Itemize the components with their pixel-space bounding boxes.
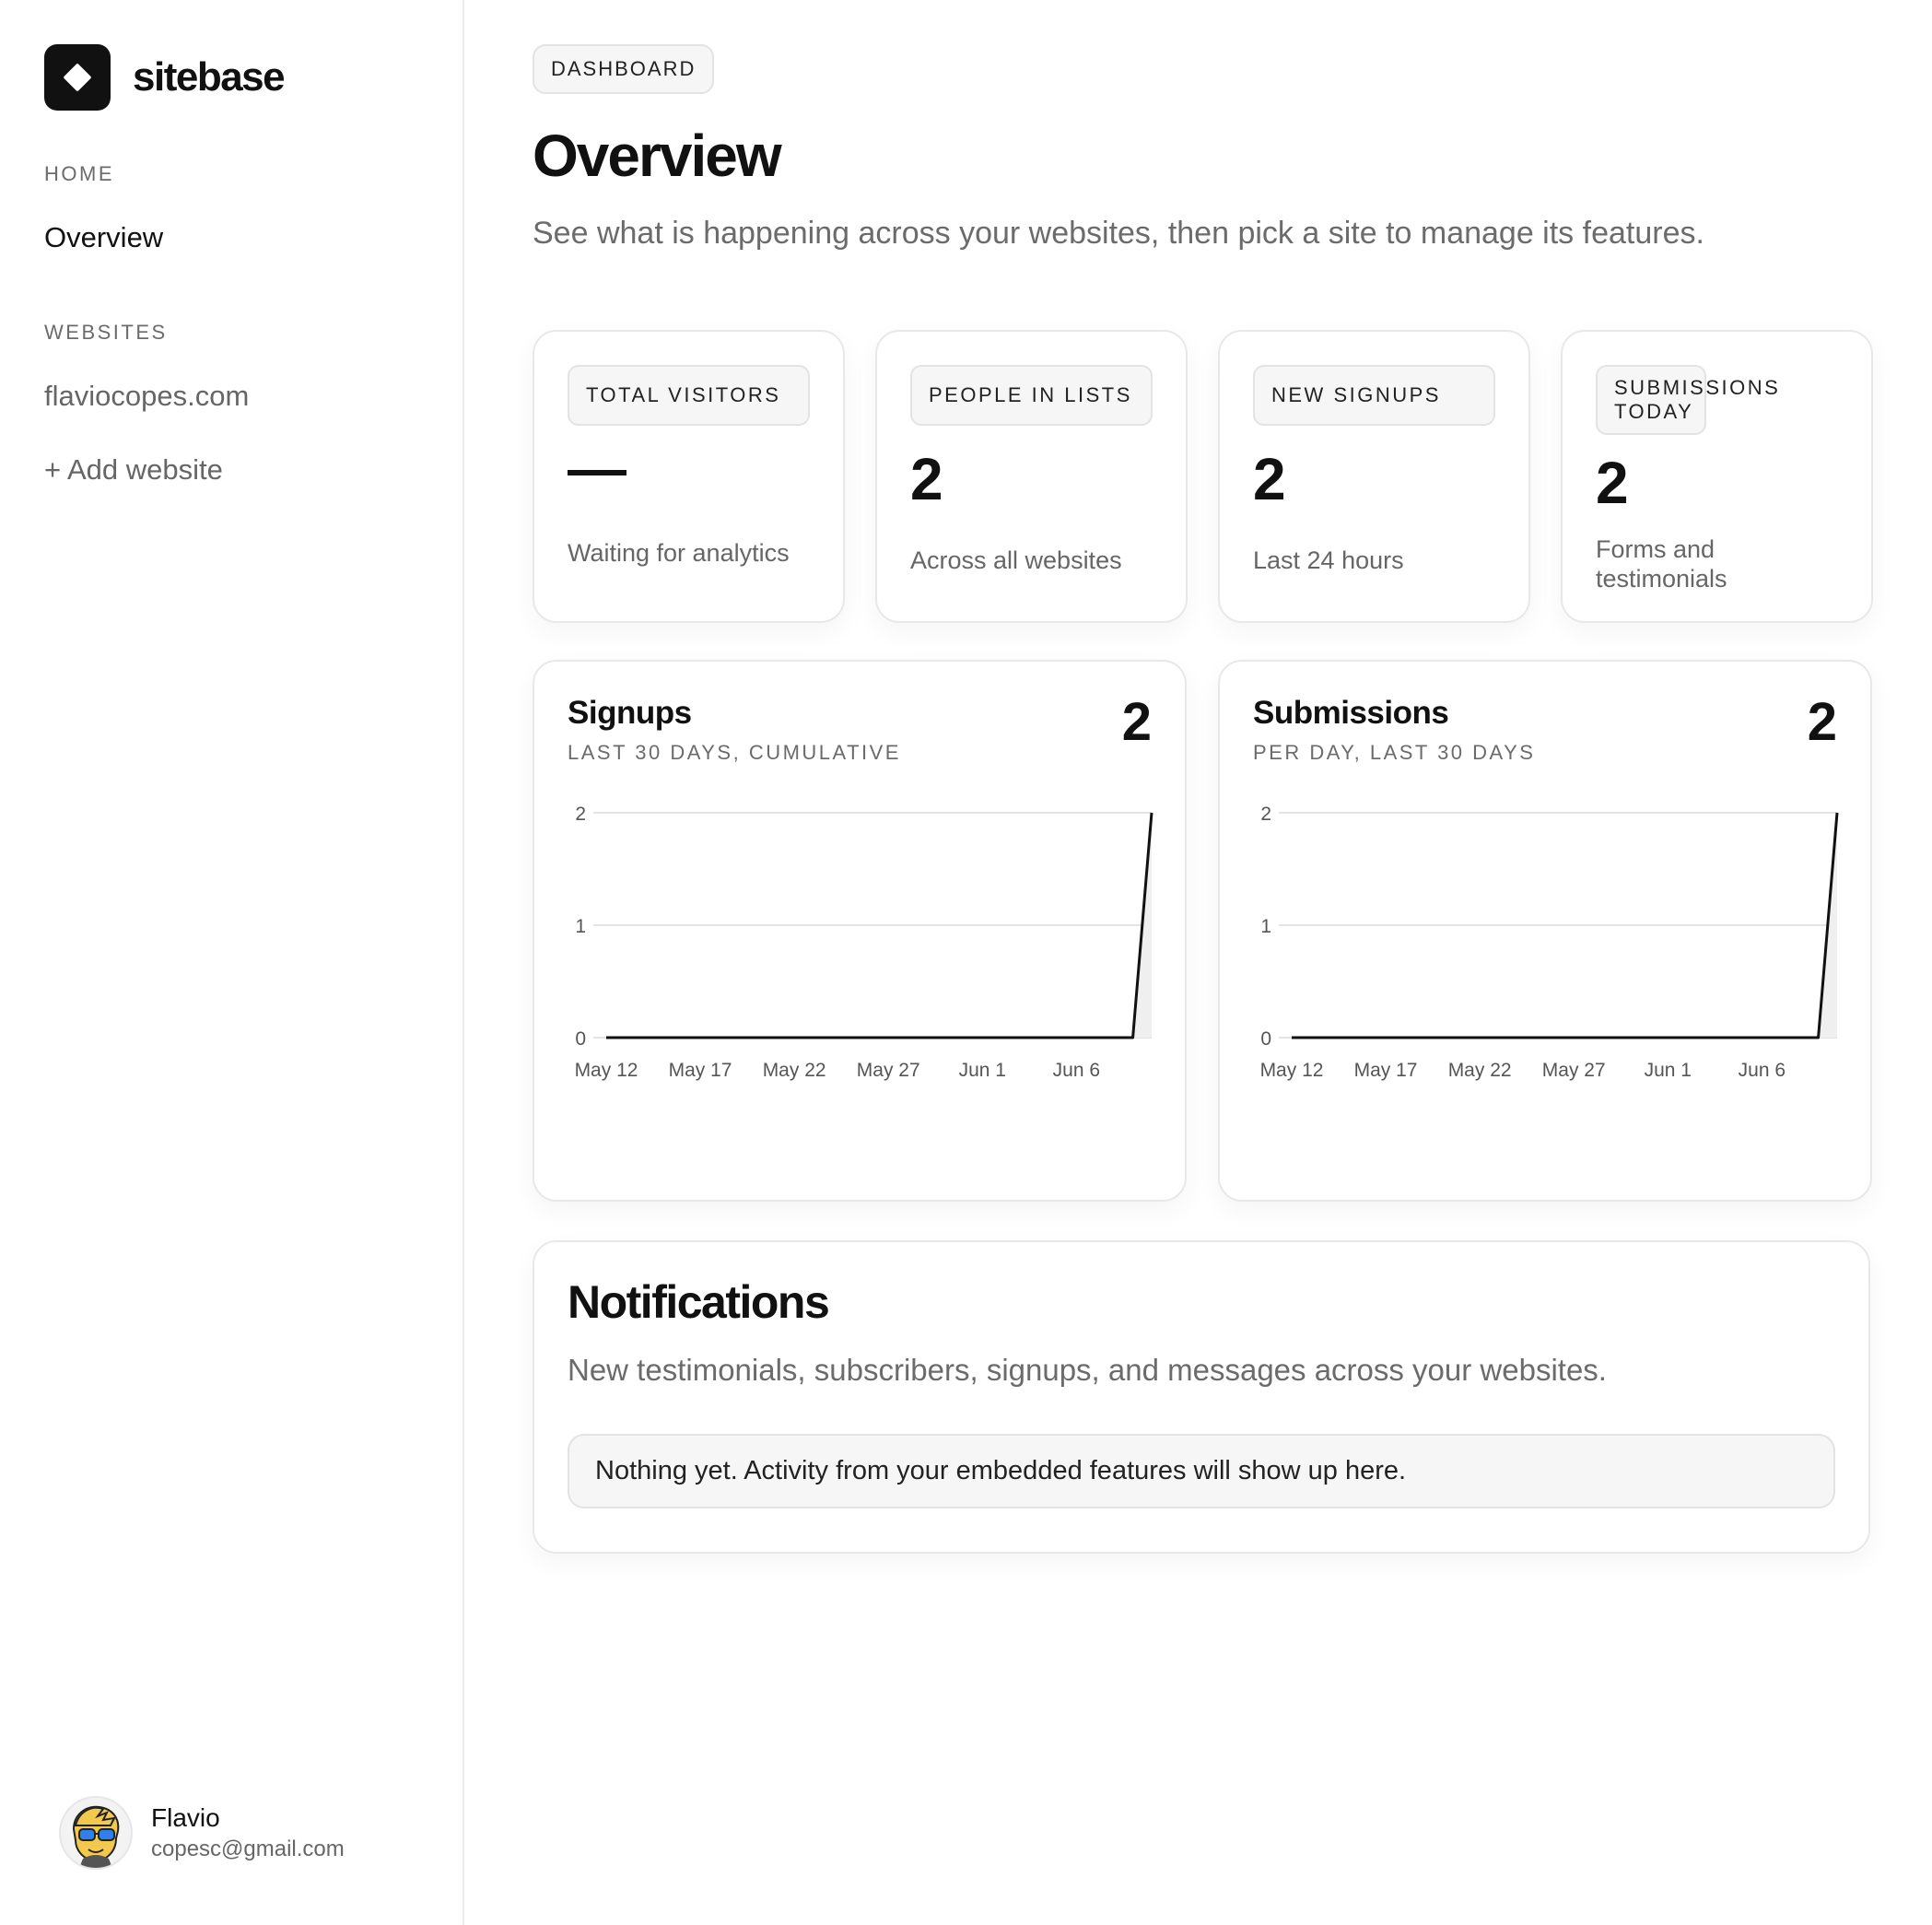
stat-card-people-in-lists: PEOPLE IN LISTS 2 Across all websites <box>875 330 1188 623</box>
stat-card-total-visitors: TOTAL VISITORS Waiting for analytics <box>533 330 845 623</box>
x-tick-label: Jun 1 <box>959 1060 1006 1081</box>
stat-value-placeholder <box>568 470 626 475</box>
notifications-title: Notifications <box>568 1276 830 1328</box>
avatar <box>59 1796 133 1870</box>
stat-card-new-signups: NEW SIGNUPS 2 Last 24 hours <box>1218 330 1530 623</box>
page-subtitle: See what is happening across your websit… <box>533 216 1704 251</box>
x-tick-label: May 22 <box>1448 1060 1512 1081</box>
app-root: sitebase HOME Overview WEBSITES flavioco… <box>0 0 1932 1925</box>
x-tick-label: Jun 6 <box>1739 1060 1786 1081</box>
stat-label: NEW SIGNUPS <box>1253 365 1495 426</box>
brand-logo-icon <box>44 44 111 111</box>
x-tick-label: May 27 <box>1542 1060 1606 1081</box>
stat-label: SUBMISSIONS TODAY <box>1596 365 1778 435</box>
chart-total: 2 <box>1121 692 1152 752</box>
stat-label: PEOPLE IN LISTS <box>910 365 1153 426</box>
notifications-empty-state: Nothing yet. Activity from your embedded… <box>568 1434 1835 1508</box>
y-tick-label: 0 <box>575 1028 586 1050</box>
user-email: copesc@gmail.com <box>151 1837 345 1861</box>
x-tick-label: May 27 <box>857 1060 920 1081</box>
stat-value: 2 <box>910 446 943 512</box>
page-title: Overview <box>533 123 782 189</box>
main-content: DASHBOARD Overview See what is happening… <box>464 0 1932 1925</box>
sidebar-item-overview[interactable]: Overview <box>44 221 418 254</box>
chart-title: Submissions <box>1253 695 1449 731</box>
stat-value: 2 <box>1253 446 1286 512</box>
user-name: Flavio <box>151 1803 220 1832</box>
notifications-subtitle: New testimonials, subscribers, signups, … <box>568 1353 1607 1387</box>
brand-name: sitebase <box>133 54 286 100</box>
submissions-chart: 0 1 2 May 12 May 17 May 22 May 27 Jun 1 Jun 6 <box>1260 804 1839 1081</box>
x-tick-label: May 17 <box>669 1060 732 1081</box>
x-tick-label: May 22 <box>763 1060 826 1081</box>
breadcrumb: DASHBOARD <box>533 44 715 94</box>
x-tick-label: May 12 <box>575 1060 638 1081</box>
chart-subtitle: LAST 30 DAYS, CUMULATIVE <box>568 741 901 764</box>
stat-label: TOTAL VISITORS <box>568 365 810 426</box>
y-tick-label: 1 <box>1260 916 1271 937</box>
signups-chart: 0 1 2 May 12 May 17 May 22 May 27 Jun 1 Jun 6 <box>575 804 1153 1081</box>
nav-section-home: HOME <box>44 162 114 185</box>
x-tick-label: Jun 1 <box>1645 1060 1692 1081</box>
y-tick-label: 0 <box>1260 1028 1271 1050</box>
stat-caption: Last 24 hours <box>1253 546 1404 574</box>
brand[interactable]: sitebase <box>44 44 418 111</box>
chart-title: Signups <box>568 695 692 731</box>
sidebar: sitebase HOME Overview WEBSITES flavioco… <box>0 0 464 1925</box>
notifications-card: Notifications New testimonials, subscrib… <box>533 1240 1870 1554</box>
stat-caption: Waiting for analytics <box>568 539 790 567</box>
x-tick-label: May 12 <box>1260 1060 1324 1081</box>
y-tick-label: 2 <box>1260 804 1271 825</box>
chart-total: 2 <box>1807 692 1837 752</box>
stat-card-submissions-today: SUBMISSIONS TODAY 2 Forms and testimonia… <box>1561 330 1873 623</box>
sidebar-item-website[interactable]: flaviocopes.com <box>44 380 418 413</box>
chart-card-submissions: Submissions PER DAY, LAST 30 DAYS 2 0 1 2 M… <box>1218 660 1872 1202</box>
chart-subtitle: PER DAY, LAST 30 DAYS <box>1253 741 1536 764</box>
stat-caption: Across all websites <box>910 546 1122 574</box>
add-website-button[interactable]: + Add website <box>44 453 418 487</box>
avatar-illustration <box>61 1798 131 1868</box>
stat-value: 2 <box>1596 450 1629 516</box>
user-profile[interactable]: Flavio copesc@gmail.com <box>59 1796 345 1870</box>
x-tick-label: May 17 <box>1354 1060 1418 1081</box>
chart-card-signups: Signups LAST 30 DAYS, CUMULATIVE 2 0 1 2 Ma… <box>533 660 1187 1202</box>
y-tick-label: 2 <box>575 804 586 825</box>
y-tick-label: 1 <box>575 916 586 937</box>
nav-section-websites: WEBSITES <box>44 321 168 344</box>
stat-caption: Forms and testimonials <box>1596 535 1727 593</box>
x-tick-label: Jun 6 <box>1053 1060 1100 1081</box>
